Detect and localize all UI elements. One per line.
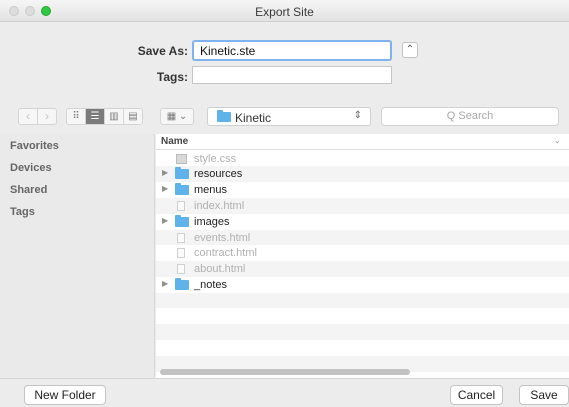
chevron-down-icon[interactable]: ⌄ <box>553 135 561 146</box>
table-row[interactable]: ▶ menus <box>156 182 569 198</box>
cover-flow-view-button[interactable]: ▤ <box>123 108 143 125</box>
folder-icon <box>175 167 189 180</box>
window-title: Export Site <box>255 5 314 19</box>
save-button[interactable]: Save <box>519 385 569 405</box>
list-view-button[interactable]: ☰ <box>85 108 105 125</box>
disclosure-triangle-icon[interactable]: ▶ <box>162 279 168 288</box>
sidebar: Favorites Devices Shared Tags <box>0 134 155 378</box>
table-row <box>156 324 569 341</box>
disclosure-triangle-icon[interactable]: ▶ <box>162 168 168 177</box>
new-folder-button[interactable]: New Folder <box>24 385 106 405</box>
stepper-arrows-icon: ⇕ <box>353 110 362 121</box>
file-name: style.css <box>194 152 237 165</box>
icon-view-button[interactable]: ⠿ <box>66 108 86 125</box>
forward-button[interactable]: › <box>37 108 57 125</box>
table-row[interactable]: events.html <box>156 229 569 246</box>
disclosure-triangle-icon[interactable]: ▶ <box>162 184 168 193</box>
horizontal-scrollbar[interactable] <box>160 369 410 375</box>
cancel-button[interactable]: Cancel <box>450 385 503 405</box>
file-name: _notes <box>194 278 228 291</box>
folder-icon <box>217 110 231 122</box>
html-file-icon <box>177 248 185 259</box>
save-as-panel: Save As: ⌃ Tags: <box>0 23 569 93</box>
title-bar: Export Site <box>0 0 569 22</box>
tags-label: Tags: <box>156 70 188 84</box>
table-row[interactable]: contract.html <box>156 245 569 261</box>
table-row[interactable]: index.html <box>156 197 569 214</box>
html-file-icon <box>177 264 185 275</box>
sidebar-item-tags[interactable]: Tags <box>10 206 35 218</box>
table-row <box>156 340 569 356</box>
table-row <box>156 309 569 325</box>
location-popup[interactable]: Kinetic ⇕ <box>207 107 371 126</box>
search-field[interactable]: Q Search <box>381 107 559 126</box>
css-file-icon <box>176 153 187 164</box>
folder-icon <box>175 183 189 196</box>
save-as-field[interactable] <box>192 40 392 61</box>
export-site-dialog: Export Site Save As: ⌃ Tags: ‹ › ⠿ ☰ ▥ ▤… <box>0 0 569 407</box>
file-name: events.html <box>194 231 251 244</box>
arrange-menu-button[interactable]: ▦ ⌄ <box>160 108 194 125</box>
disclosure-triangle-icon[interactable]: ▶ <box>162 216 168 225</box>
sidebar-item-devices[interactable]: Devices <box>10 162 52 174</box>
sidebar-item-favorites[interactable]: Favorites <box>10 140 59 152</box>
location-label: Kinetic <box>235 111 272 125</box>
file-name: contract.html <box>194 247 257 260</box>
table-row[interactable]: ▶ images <box>156 214 569 230</box>
file-name: images <box>194 215 230 228</box>
table-row[interactable]: style.css <box>156 151 569 167</box>
table-row[interactable]: ▶ resources <box>156 166 569 183</box>
list-header: Name ⌄ <box>156 134 569 150</box>
html-file-icon <box>177 200 185 211</box>
folder-icon <box>175 214 189 227</box>
name-column-header[interactable]: Name <box>161 136 188 147</box>
back-button[interactable]: ‹ <box>18 108 38 125</box>
file-name: menus <box>194 184 228 197</box>
bottom-bar: New Folder Cancel Save <box>0 378 569 407</box>
browser-toolbar: ‹ › ⠿ ☰ ▥ ▤ ▦ ⌄ Kinetic ⇕ Q Search <box>0 98 569 134</box>
table-row[interactable]: about.html <box>156 261 569 277</box>
sidebar-item-shared[interactable]: Shared <box>10 184 47 196</box>
file-name: resources <box>194 168 243 181</box>
file-name: about.html <box>194 263 246 276</box>
html-file-icon <box>177 232 185 243</box>
file-name: index.html <box>194 199 245 212</box>
file-list: Name ⌄ style.css ▶ resources ▶ menus index.ht… <box>156 134 569 378</box>
folder-icon <box>175 277 189 290</box>
collapse-dialog-button[interactable]: ⌃ <box>402 42 418 58</box>
table-row <box>156 292 569 309</box>
table-row[interactable]: ▶ _notes <box>156 277 569 293</box>
tags-field[interactable] <box>192 66 392 84</box>
save-as-label: Save As: <box>137 44 188 58</box>
column-view-button[interactable]: ▥ <box>104 108 124 125</box>
